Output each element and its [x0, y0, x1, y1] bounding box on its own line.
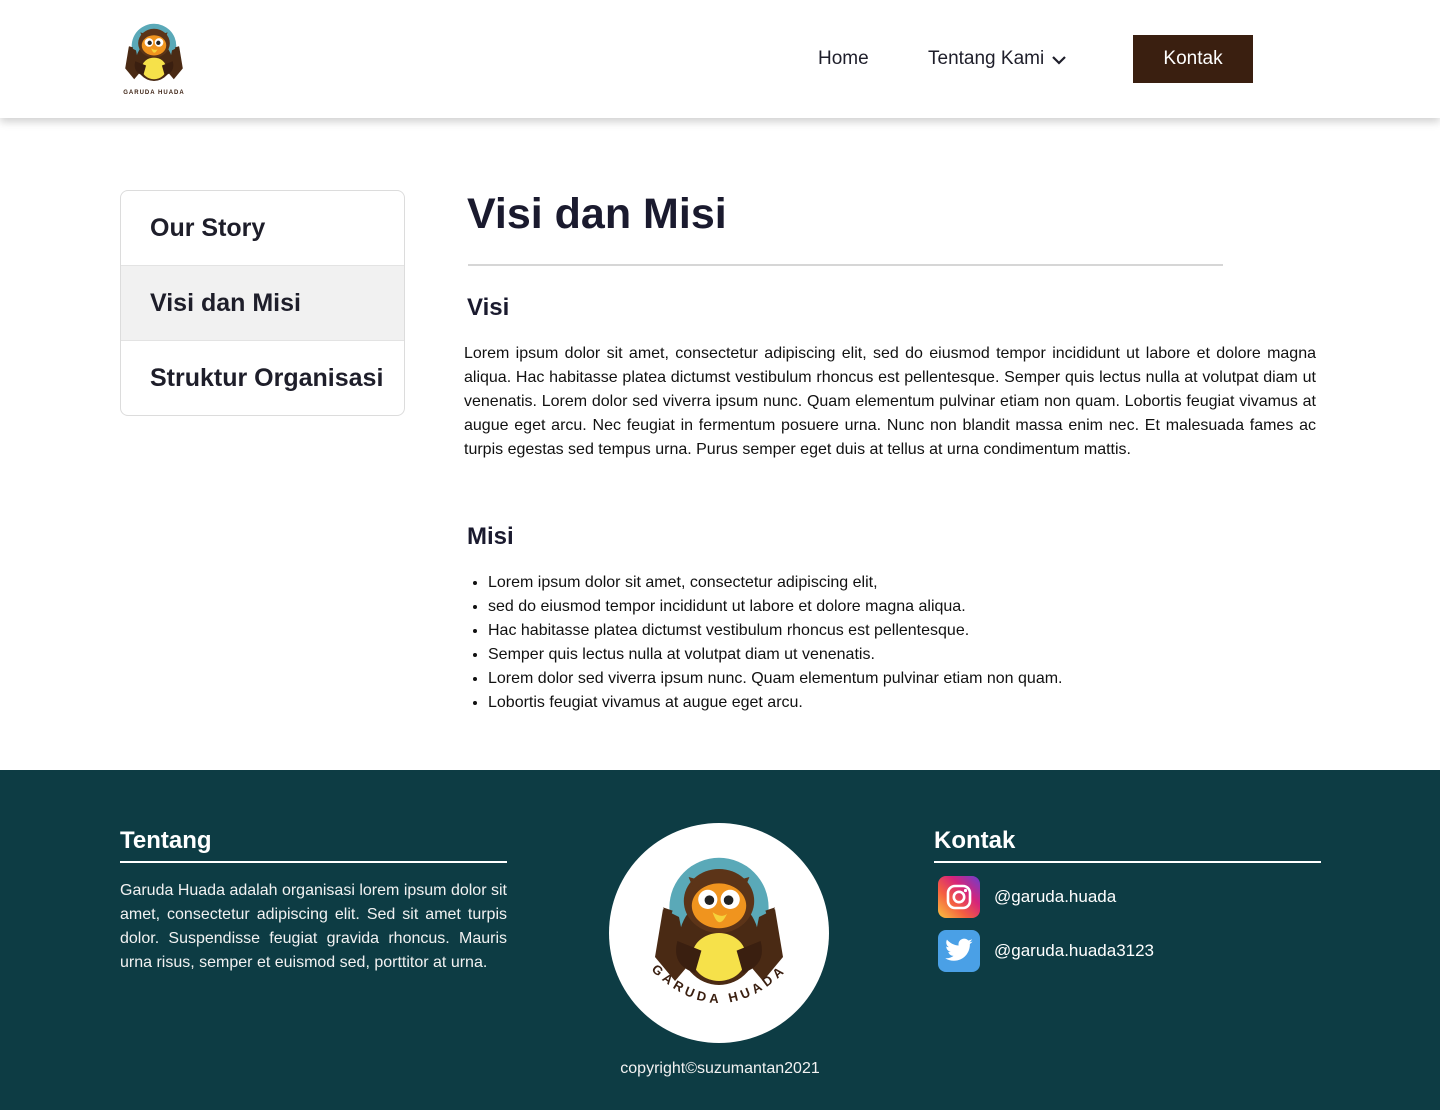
misi-item: sed do eiusmod tempor incididunt ut labo…: [488, 595, 1318, 619]
twitter-link[interactable]: @garuda.huada3123: [938, 930, 1154, 972]
instagram-icon: [938, 876, 980, 918]
garuda-huada-logo-large: GARUDA HUADA: [649, 857, 785, 1006]
footer-tentang-divider: [120, 861, 507, 863]
instagram-handle: @garuda.huada: [994, 887, 1117, 906]
kontak-button[interactable]: Kontak: [1133, 35, 1253, 83]
title-divider: [468, 264, 1223, 266]
misi-heading: Misi: [467, 523, 514, 550]
chevron-down-icon: [1052, 56, 1066, 65]
garuda-huada-logo[interactable]: GARUDA HUADA: [118, 18, 190, 98]
footer-tentang-text: Garuda Huada adalah organisasi lorem ips…: [120, 882, 507, 971]
nav-home[interactable]: Home: [818, 48, 869, 70]
twitter-handle: @garuda.huada3123: [994, 941, 1155, 960]
misi-list: Lorem ipsum dolor sit amet, consectetur …: [488, 571, 1318, 715]
visi-heading: Visi: [467, 294, 510, 321]
footer-logo: GARUDA HUADA: [609, 823, 829, 1043]
sidebar-item-struktur-organisasi[interactable]: Struktur Organisasi: [121, 341, 404, 415]
misi-item: Hac habitasse platea dictumst vestibulum…: [488, 619, 1318, 643]
misi-item: Lorem dolor sed viverra ipsum nunc. Quam…: [488, 667, 1318, 691]
copyright-text: copyright©suzumantan2021: [620, 1060, 820, 1077]
site-footer: Tentang Garuda Huada adalah organisasi l…: [0, 770, 1440, 1110]
misi-item: Lobortis feugiat vivamus at augue eget a…: [488, 691, 1318, 715]
page-title: Visi dan Misi: [467, 190, 727, 238]
sidebar-item-visi-dan-misi[interactable]: Visi dan Misi: [121, 266, 404, 341]
sidebar-item-our-story[interactable]: Our Story: [121, 191, 404, 266]
svg-text:GARUDA HUADA: GARUDA HUADA: [123, 90, 184, 96]
footer-kontak-heading: Kontak: [934, 827, 1016, 854]
site-header: GARUDA HUADA Home Tentang Kami Kontak: [0, 0, 1440, 118]
footer-tentang-heading: Tentang: [120, 827, 212, 854]
footer-kontak-divider: [934, 861, 1321, 863]
twitter-icon: [938, 930, 980, 972]
instagram-link[interactable]: @garuda.huada: [938, 876, 1116, 918]
about-sidebar: Our Story Visi dan Misi Struktur Organis…: [120, 190, 405, 416]
nav-tentang-kami[interactable]: Tentang Kami: [928, 48, 1066, 70]
visi-paragraph: Lorem ipsum dolor sit amet, consectetur …: [464, 345, 1316, 458]
nav-tentang-kami-label: Tentang Kami: [928, 48, 1045, 69]
misi-item: Lorem ipsum dolor sit amet, consectetur …: [488, 571, 1318, 595]
misi-item: Semper quis lectus nulla at volutpat dia…: [488, 643, 1318, 667]
